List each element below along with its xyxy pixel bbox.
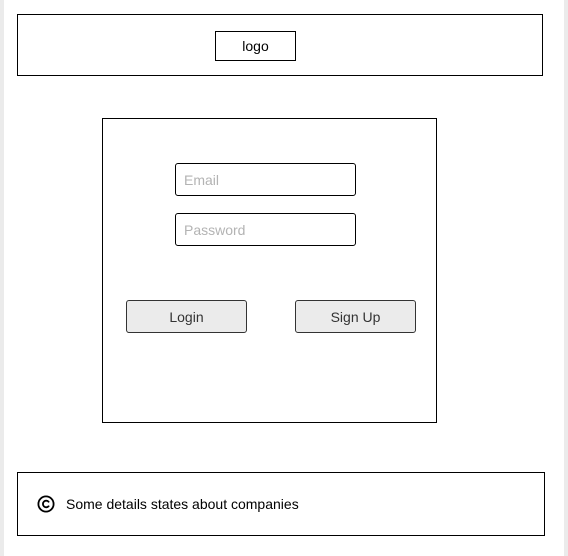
copyright-icon xyxy=(37,495,55,513)
logo: logo xyxy=(215,31,296,61)
footer-text: Some details states about companies xyxy=(66,496,299,512)
password-field[interactable] xyxy=(175,213,356,246)
login-button[interactable]: Login xyxy=(126,300,247,333)
sign-up-button[interactable]: Sign Up xyxy=(295,300,416,333)
email-field[interactable] xyxy=(175,163,356,196)
